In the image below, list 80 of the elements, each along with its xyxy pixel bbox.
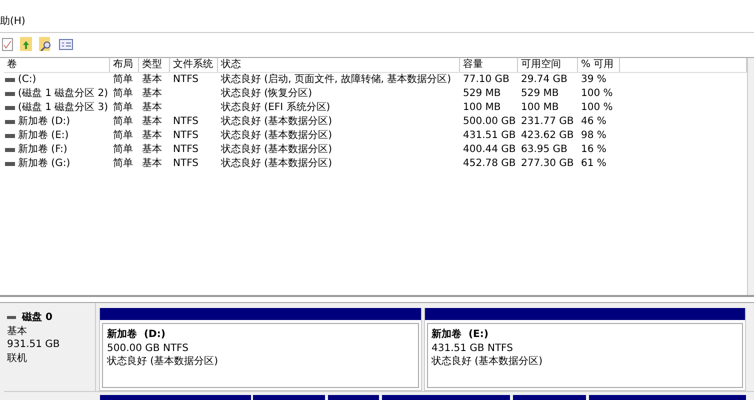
table-cell: 状态良好 (基本数据分区) — [221, 143, 332, 157]
volume-name[interactable]: (磁盘 1 磁盘分区 2) — [18, 87, 108, 101]
table-cell: 简单 — [113, 101, 133, 115]
table-cell: 基本 — [142, 73, 162, 87]
table-cell: 61 % — [581, 157, 606, 171]
column-header[interactable]: 容量 — [460, 58, 518, 72]
table-cell: 400.44 GB — [463, 143, 516, 157]
checklist-icon[interactable] — [2, 38, 13, 50]
table-cell: 基本 — [142, 115, 162, 129]
disk-name: 磁盘 0 — [22, 311, 52, 324]
table-cell: 状态良好 (基本数据分区) — [221, 129, 332, 143]
volume-name[interactable]: (磁盘 1 磁盘分区 3) — [18, 101, 108, 115]
table-cell: 简单 — [113, 87, 133, 101]
table-cell: 431.51 GB — [463, 129, 516, 143]
table-cell: 231.77 GB — [521, 115, 574, 129]
column-header[interactable]: 文件系统 — [170, 58, 218, 72]
table-cell: 状态良好 (基本数据分区) — [221, 115, 332, 129]
table-cell: 简单 — [113, 73, 133, 87]
table-cell: 423.62 GB — [521, 129, 574, 143]
column-header[interactable]: 可用空间 — [518, 58, 578, 72]
table-cell: 39 % — [581, 73, 606, 87]
volume-name[interactable]: (C:) — [18, 73, 36, 87]
table-cell: 状态良好 (启动, 页面文件, 故障转储, 基本数据分区) — [221, 73, 452, 87]
partition-name: 新加卷 (E:) — [432, 328, 488, 342]
table-cell: 100 % — [581, 87, 613, 101]
table-cell: 46 % — [581, 115, 606, 129]
table-cell: 基本 — [142, 157, 162, 171]
table-cell: 63.95 GB — [521, 143, 568, 157]
column-header[interactable]: 状态 — [218, 58, 460, 72]
table-cell: 16 % — [581, 143, 606, 157]
table-cell: 100 MB — [463, 101, 501, 115]
disk-status: 联机 — [7, 352, 28, 365]
table-cell: 529 MB — [463, 87, 501, 101]
table-cell: 状态良好 (恢复分区) — [221, 87, 312, 101]
table-cell: 500.00 GB — [463, 115, 516, 129]
volume-name[interactable]: 新加卷 (F:) — [18, 143, 68, 157]
column-header[interactable]: 卷 — [4, 58, 110, 72]
partition-size: 500.00 GB NTFS — [107, 342, 188, 355]
partition-name: 新加卷 (D:) — [107, 328, 166, 342]
scrollbar[interactable] — [747, 58, 754, 295]
partition-panel[interactable]: 新加卷 (D:) 500.00 GB NTFS 状态良好 (基本数据分区) — [102, 323, 418, 388]
disk-size: 931.51 GB — [7, 338, 61, 352]
table-cell: 基本 — [142, 129, 162, 143]
table-cell: 状态良好 (EFI 系统分区) — [221, 101, 330, 115]
partition-size: 431.51 GB NTFS — [432, 342, 513, 355]
column-header[interactable]: 类型 — [139, 58, 170, 72]
table-cell: 简单 — [113, 115, 133, 129]
column-header[interactable]: % 可用 — [578, 58, 620, 72]
partition-panel[interactable]: 新加卷 (E:) 431.51 GB NTFS 状态良好 (基本数据分区) — [426, 323, 743, 388]
table-cell: 529 MB — [521, 87, 559, 101]
partition-status: 状态良好 (基本数据分区) — [432, 355, 542, 368]
disk-type: 基本 — [7, 324, 28, 338]
folder-search-icon[interactable] — [39, 37, 52, 51]
table-cell: 100 MB — [521, 101, 559, 115]
table-cell: 简单 — [113, 129, 133, 143]
volume-name[interactable]: 新加卷 (G:) — [18, 157, 70, 171]
table-cell: 29.74 GB — [521, 73, 568, 87]
help-menu[interactable]: 助(H) — [0, 14, 28, 31]
volume-name[interactable]: 新加卷 (D:) — [18, 115, 70, 129]
partition-status: 状态良好 (基本数据分区) — [107, 355, 218, 368]
table-cell: 277.30 GB — [521, 157, 574, 171]
table-cell: 基本 — [142, 101, 162, 115]
table-cell: 简单 — [113, 143, 133, 157]
table-cell: 98 % — [581, 129, 606, 143]
properties-icon[interactable] — [59, 38, 73, 50]
table-cell: 100 % — [581, 101, 613, 115]
table-cell: NTFS — [173, 157, 199, 171]
table-cell: NTFS — [173, 129, 199, 143]
table-cell: 基本 — [142, 87, 162, 101]
table-cell: NTFS — [173, 73, 199, 87]
table-cell: 基本 — [142, 143, 162, 157]
table-cell: 77.10 GB — [463, 73, 510, 87]
table-cell: 状态良好 (基本数据分区) — [221, 157, 332, 171]
table-cell: 452.78 GB — [463, 157, 516, 171]
column-header[interactable]: 布局 — [110, 58, 139, 72]
folder-up-icon[interactable] — [20, 37, 32, 51]
table-cell: NTFS — [173, 115, 199, 129]
table-cell: 简单 — [113, 157, 133, 171]
volume-name[interactable]: 新加卷 (E:) — [18, 129, 69, 143]
table-cell: NTFS — [173, 143, 199, 157]
